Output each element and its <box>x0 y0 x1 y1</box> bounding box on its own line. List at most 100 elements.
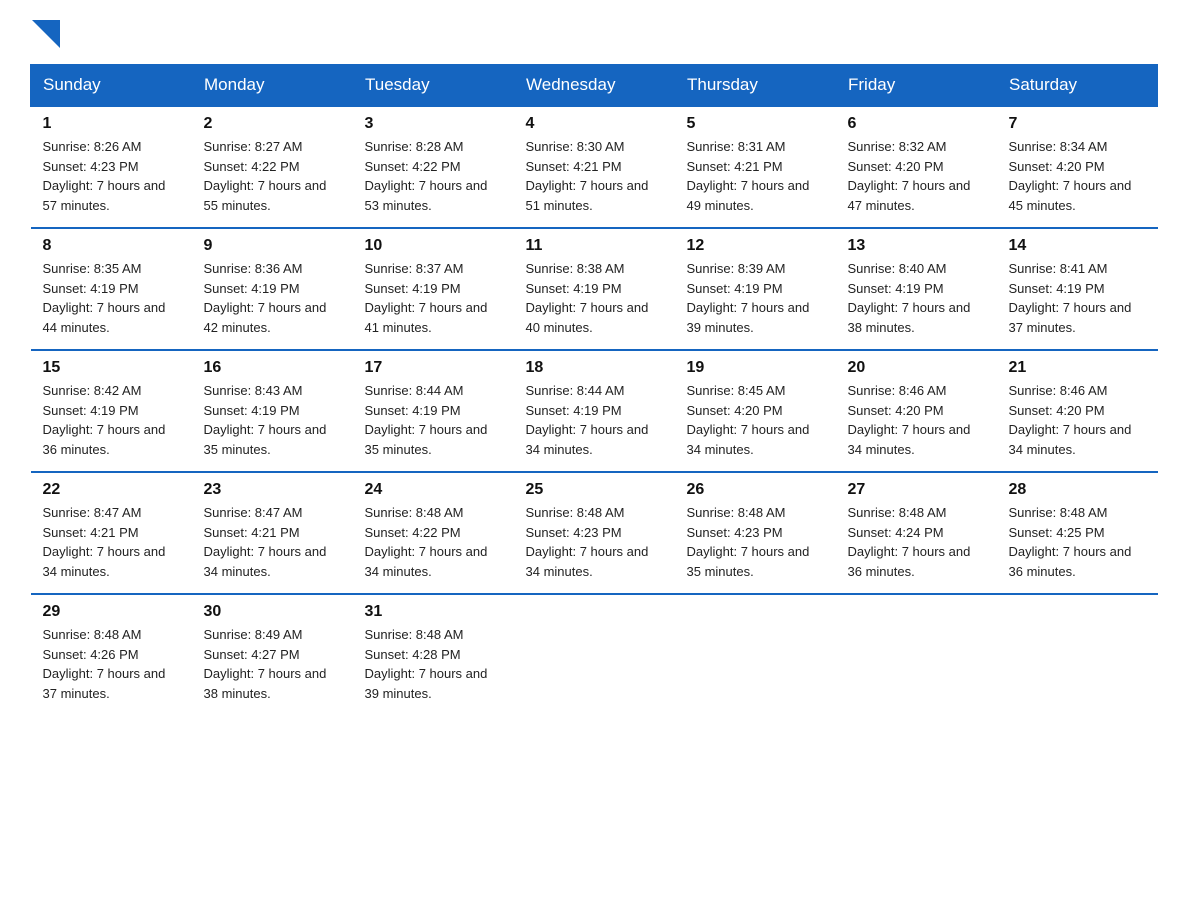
day-cell-2: 2 Sunrise: 8:27 AMSunset: 4:22 PMDayligh… <box>192 106 353 228</box>
day-info: Sunrise: 8:44 AMSunset: 4:19 PMDaylight:… <box>526 383 649 457</box>
day-cell-8: 8 Sunrise: 8:35 AMSunset: 4:19 PMDayligh… <box>31 228 192 350</box>
day-number: 12 <box>687 237 824 255</box>
day-cell-27: 27 Sunrise: 8:48 AMSunset: 4:24 PMDaylig… <box>836 472 997 594</box>
day-info: Sunrise: 8:41 AMSunset: 4:19 PMDaylight:… <box>1009 261 1132 335</box>
weekday-header-saturday: Saturday <box>997 65 1158 107</box>
calendar-week-row: 1 Sunrise: 8:26 AMSunset: 4:23 PMDayligh… <box>31 106 1158 228</box>
day-number: 14 <box>1009 237 1146 255</box>
day-info: Sunrise: 8:26 AMSunset: 4:23 PMDaylight:… <box>43 139 166 213</box>
day-info: Sunrise: 8:30 AMSunset: 4:21 PMDaylight:… <box>526 139 649 213</box>
day-cell-18: 18 Sunrise: 8:44 AMSunset: 4:19 PMDaylig… <box>514 350 675 472</box>
day-info: Sunrise: 8:47 AMSunset: 4:21 PMDaylight:… <box>204 505 327 579</box>
day-number: 26 <box>687 481 824 499</box>
day-info: Sunrise: 8:48 AMSunset: 4:22 PMDaylight:… <box>365 505 488 579</box>
day-cell-28: 28 Sunrise: 8:48 AMSunset: 4:25 PMDaylig… <box>997 472 1158 594</box>
day-info: Sunrise: 8:35 AMSunset: 4:19 PMDaylight:… <box>43 261 166 335</box>
day-cell-16: 16 Sunrise: 8:43 AMSunset: 4:19 PMDaylig… <box>192 350 353 472</box>
day-cell-3: 3 Sunrise: 8:28 AMSunset: 4:22 PMDayligh… <box>353 106 514 228</box>
day-info: Sunrise: 8:31 AMSunset: 4:21 PMDaylight:… <box>687 139 810 213</box>
day-cell-21: 21 Sunrise: 8:46 AMSunset: 4:20 PMDaylig… <box>997 350 1158 472</box>
weekday-header-wednesday: Wednesday <box>514 65 675 107</box>
day-info: Sunrise: 8:28 AMSunset: 4:22 PMDaylight:… <box>365 139 488 213</box>
day-info: Sunrise: 8:48 AMSunset: 4:25 PMDaylight:… <box>1009 505 1132 579</box>
weekday-header-sunday: Sunday <box>31 65 192 107</box>
day-number: 21 <box>1009 359 1146 377</box>
day-cell-6: 6 Sunrise: 8:32 AMSunset: 4:20 PMDayligh… <box>836 106 997 228</box>
day-cell-14: 14 Sunrise: 8:41 AMSunset: 4:19 PMDaylig… <box>997 228 1158 350</box>
day-cell-22: 22 Sunrise: 8:47 AMSunset: 4:21 PMDaylig… <box>31 472 192 594</box>
empty-day-cell <box>675 594 836 715</box>
day-info: Sunrise: 8:48 AMSunset: 4:24 PMDaylight:… <box>848 505 971 579</box>
day-number: 18 <box>526 359 663 377</box>
day-number: 1 <box>43 115 180 133</box>
weekday-header-monday: Monday <box>192 65 353 107</box>
day-cell-10: 10 Sunrise: 8:37 AMSunset: 4:19 PMDaylig… <box>353 228 514 350</box>
day-cell-30: 30 Sunrise: 8:49 AMSunset: 4:27 PMDaylig… <box>192 594 353 715</box>
day-number: 10 <box>365 237 502 255</box>
day-cell-13: 13 Sunrise: 8:40 AMSunset: 4:19 PMDaylig… <box>836 228 997 350</box>
day-cell-15: 15 Sunrise: 8:42 AMSunset: 4:19 PMDaylig… <box>31 350 192 472</box>
day-info: Sunrise: 8:34 AMSunset: 4:20 PMDaylight:… <box>1009 139 1132 213</box>
day-info: Sunrise: 8:32 AMSunset: 4:20 PMDaylight:… <box>848 139 971 213</box>
empty-day-cell <box>514 594 675 715</box>
page-header <box>30 20 1158 48</box>
day-cell-19: 19 Sunrise: 8:45 AMSunset: 4:20 PMDaylig… <box>675 350 836 472</box>
day-number: 17 <box>365 359 502 377</box>
day-cell-12: 12 Sunrise: 8:39 AMSunset: 4:19 PMDaylig… <box>675 228 836 350</box>
day-number: 24 <box>365 481 502 499</box>
day-info: Sunrise: 8:47 AMSunset: 4:21 PMDaylight:… <box>43 505 166 579</box>
day-info: Sunrise: 8:27 AMSunset: 4:22 PMDaylight:… <box>204 139 327 213</box>
day-number: 29 <box>43 603 180 621</box>
logo-triangle-icon <box>32 20 60 48</box>
day-info: Sunrise: 8:48 AMSunset: 4:28 PMDaylight:… <box>365 627 488 701</box>
empty-day-cell <box>997 594 1158 715</box>
logo <box>30 20 64 48</box>
calendar-week-row: 22 Sunrise: 8:47 AMSunset: 4:21 PMDaylig… <box>31 472 1158 594</box>
day-cell-17: 17 Sunrise: 8:44 AMSunset: 4:19 PMDaylig… <box>353 350 514 472</box>
day-number: 27 <box>848 481 985 499</box>
day-cell-1: 1 Sunrise: 8:26 AMSunset: 4:23 PMDayligh… <box>31 106 192 228</box>
day-number: 5 <box>687 115 824 133</box>
day-cell-11: 11 Sunrise: 8:38 AMSunset: 4:19 PMDaylig… <box>514 228 675 350</box>
day-info: Sunrise: 8:46 AMSunset: 4:20 PMDaylight:… <box>1009 383 1132 457</box>
day-info: Sunrise: 8:48 AMSunset: 4:26 PMDaylight:… <box>43 627 166 701</box>
weekday-header-friday: Friday <box>836 65 997 107</box>
weekday-header-row: SundayMondayTuesdayWednesdayThursdayFrid… <box>31 65 1158 107</box>
day-cell-7: 7 Sunrise: 8:34 AMSunset: 4:20 PMDayligh… <box>997 106 1158 228</box>
day-number: 28 <box>1009 481 1146 499</box>
day-number: 23 <box>204 481 341 499</box>
day-info: Sunrise: 8:43 AMSunset: 4:19 PMDaylight:… <box>204 383 327 457</box>
day-cell-26: 26 Sunrise: 8:48 AMSunset: 4:23 PMDaylig… <box>675 472 836 594</box>
day-info: Sunrise: 8:48 AMSunset: 4:23 PMDaylight:… <box>526 505 649 579</box>
day-info: Sunrise: 8:40 AMSunset: 4:19 PMDaylight:… <box>848 261 971 335</box>
day-info: Sunrise: 8:38 AMSunset: 4:19 PMDaylight:… <box>526 261 649 335</box>
day-number: 9 <box>204 237 341 255</box>
day-info: Sunrise: 8:44 AMSunset: 4:19 PMDaylight:… <box>365 383 488 457</box>
day-number: 4 <box>526 115 663 133</box>
day-number: 6 <box>848 115 985 133</box>
day-number: 3 <box>365 115 502 133</box>
day-number: 15 <box>43 359 180 377</box>
day-info: Sunrise: 8:36 AMSunset: 4:19 PMDaylight:… <box>204 261 327 335</box>
day-info: Sunrise: 8:37 AMSunset: 4:19 PMDaylight:… <box>365 261 488 335</box>
calendar-week-row: 29 Sunrise: 8:48 AMSunset: 4:26 PMDaylig… <box>31 594 1158 715</box>
empty-day-cell <box>836 594 997 715</box>
day-number: 16 <box>204 359 341 377</box>
day-number: 30 <box>204 603 341 621</box>
day-cell-20: 20 Sunrise: 8:46 AMSunset: 4:20 PMDaylig… <box>836 350 997 472</box>
day-info: Sunrise: 8:45 AMSunset: 4:20 PMDaylight:… <box>687 383 810 457</box>
day-number: 8 <box>43 237 180 255</box>
day-info: Sunrise: 8:48 AMSunset: 4:23 PMDaylight:… <box>687 505 810 579</box>
day-number: 31 <box>365 603 502 621</box>
day-cell-29: 29 Sunrise: 8:48 AMSunset: 4:26 PMDaylig… <box>31 594 192 715</box>
day-cell-5: 5 Sunrise: 8:31 AMSunset: 4:21 PMDayligh… <box>675 106 836 228</box>
weekday-header-tuesday: Tuesday <box>353 65 514 107</box>
day-cell-24: 24 Sunrise: 8:48 AMSunset: 4:22 PMDaylig… <box>353 472 514 594</box>
day-cell-4: 4 Sunrise: 8:30 AMSunset: 4:21 PMDayligh… <box>514 106 675 228</box>
calendar-week-row: 15 Sunrise: 8:42 AMSunset: 4:19 PMDaylig… <box>31 350 1158 472</box>
day-info: Sunrise: 8:39 AMSunset: 4:19 PMDaylight:… <box>687 261 810 335</box>
day-cell-23: 23 Sunrise: 8:47 AMSunset: 4:21 PMDaylig… <box>192 472 353 594</box>
day-cell-25: 25 Sunrise: 8:48 AMSunset: 4:23 PMDaylig… <box>514 472 675 594</box>
weekday-header-thursday: Thursday <box>675 65 836 107</box>
day-number: 13 <box>848 237 985 255</box>
